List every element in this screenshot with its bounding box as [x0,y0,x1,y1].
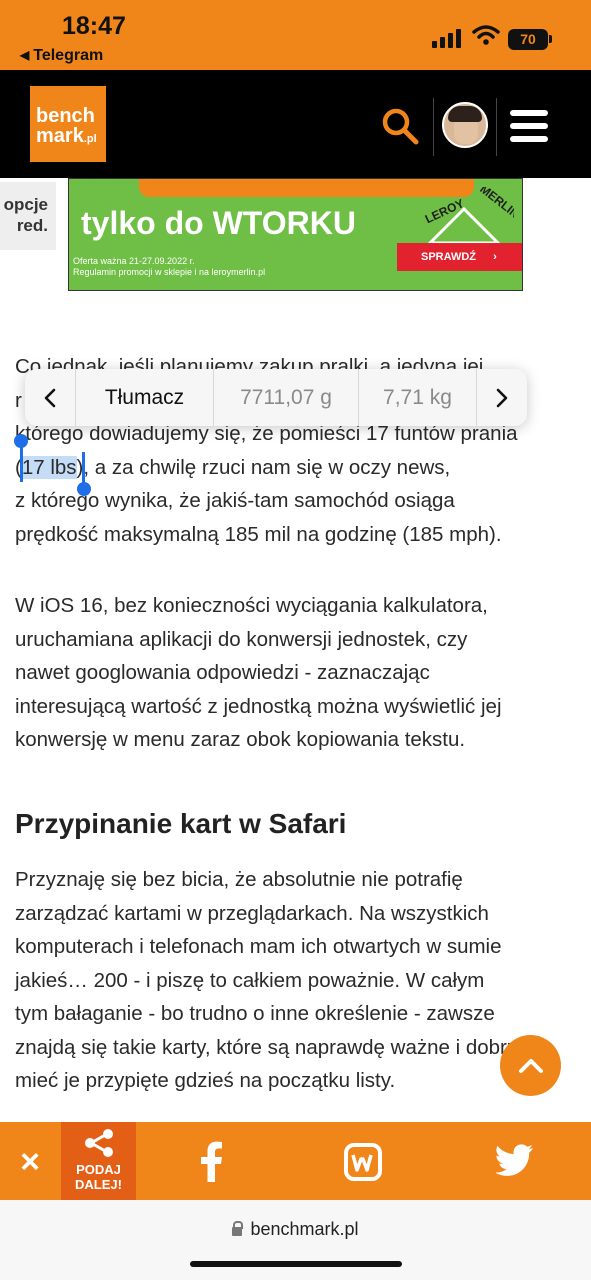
section-heading: Przypinanie kart w Safari [15,808,347,839]
browser-address-bar[interactable]: benchmark.pl [0,1200,591,1280]
search-icon[interactable] [380,106,420,146]
selection-end-handle[interactable] [77,482,91,496]
site-logo[interactable]: bench mark.pl [30,86,106,162]
article-paragraph-3: Przyznaję się bez bicia, że absolutnie n… [15,863,575,1098]
leroy-merlin-logo: LEROY MERLIN [423,187,514,245]
battery-indicator: 70 [508,29,548,50]
url-text: benchmark.pl [250,1219,359,1239]
ad-fine-print-2: Regulamin promocji w sklepie i na leroym… [73,267,266,277]
twitter-icon[interactable] [496,1144,534,1178]
convert-grams-menu-item[interactable]: 7711,07 g [213,369,358,426]
ad-headline: tylko do WTORKU [81,205,356,241]
ad-cta-label: SPRAWDŹ [421,251,476,263]
article-paragraph-2: W iOS 16, bez konieczności wyciągania ka… [15,589,575,757]
header-divider [496,98,497,156]
scroll-to-top-button[interactable] [500,1035,561,1096]
paragraph-line: znajdą się takie karty, które są naprawd… [15,1035,529,1059]
back-arrow-icon: ◀ [20,48,30,62]
paragraph-line: konwersję w menu zaraz obok kopiowania t… [15,728,466,751]
selection-start-bar [20,446,23,482]
ad-banner[interactable]: tylko do WTORKU Oferta ważna 21-27.09.20… [68,178,523,291]
paragraph-line: (17 lbs), a za chwilę rzuci nam się w oc… [15,451,575,485]
menu-next-button[interactable] [476,369,526,426]
status-bar: 18:47 ◀ Telegram 70 [0,0,591,70]
paragraph-line: komputerach i telefonach mam ich otwarty… [15,935,502,958]
chevron-left-icon [44,388,56,407]
chevron-up-icon [518,1058,543,1073]
paragraph-line: W iOS 16, bez konieczności wyciągania ka… [15,594,488,617]
translate-menu-item[interactable]: Tłumacz [75,369,213,426]
user-avatar[interactable] [442,102,488,148]
chevron-right-icon [496,388,507,407]
ad-fine-print: Oferta ważna 21-27.09.2022 r. Regulamin … [73,256,265,278]
back-to-app-link[interactable]: ◀ Telegram [20,47,103,65]
paragraph-line: zarządzać kartami w przeglądarkach. Na w… [15,901,489,925]
share-icon [85,1129,113,1157]
status-time: 18:47 [62,12,126,40]
paragraph-line: uruchamiana aplikacji do konwersji jedno… [15,627,468,651]
back-app-label: Telegram [33,47,104,64]
logo-line-2: mark [36,125,84,147]
home-indicator[interactable] [190,1261,402,1267]
battery-tip [549,35,552,43]
paragraph-line: tym bałaganie - bo trudno o inne określe… [15,1002,495,1025]
share-bar: × PODAJ DALEJ! [0,1122,591,1200]
wykop-icon[interactable] [344,1143,382,1181]
wifi-icon [472,25,500,45]
svg-text:MERLIN: MERLIN [477,187,514,221]
url-field[interactable]: benchmark.pl [0,1219,591,1240]
ad-cta-button[interactable]: SPRAWDŹ › [397,243,522,271]
avatar-hair [448,106,482,122]
logo-line-1: bench [36,105,95,127]
lock-icon [232,1221,244,1236]
text-selection-menu: Tłumacz 7711,07 g 7,71 kg [25,369,527,426]
share-label-2: DALEJ! [75,1177,122,1192]
side-tab-line-2: red. [16,216,48,235]
menu-prev-button[interactable] [25,369,75,426]
paragraph-line: mieć je przypięte gdzieś na początku lis… [15,1069,396,1092]
paragraph-line: Przyznaję się bez bicia, że absolutnie n… [15,868,463,891]
chevron-right-icon: › [493,251,497,263]
cellular-signal-icon [432,28,462,48]
line-rest: ), a za chwilę rzuci nam się w oczy news… [76,455,451,479]
side-tab-line-1: opcje [3,195,48,214]
paragraph-line: jakieś… 200 - i piszę to całkiem poważni… [15,968,485,992]
paragraph-line: nawet googlowania odpowiedzi - zaznaczaj… [15,661,430,684]
share-label-1: PODAJ [76,1162,121,1177]
share-button[interactable]: PODAJ DALEJ! [61,1122,136,1200]
paragraph-line: z którego wynika, że jakiś-tam samochód … [15,489,455,512]
close-icon[interactable]: × [12,1142,48,1182]
logo-tld: .pl [83,133,97,145]
paragraph-line: prędkość maksymalną 185 mil na godzinę (… [15,522,502,546]
hamburger-menu-icon[interactable] [510,110,548,142]
convert-kg-menu-item[interactable]: 7,71 kg [358,369,476,426]
side-tab-editor-options[interactable]: opcje red. [0,182,56,250]
site-header: bench mark.pl [0,70,591,178]
ad-fine-print-1: Oferta ważna 21-27.09.2022 r. [73,256,195,266]
selected-text[interactable]: 17 lbs [21,455,77,479]
header-divider [433,98,434,156]
paragraph-line: interesującą wartość z jednostką można w… [15,694,502,718]
facebook-icon[interactable] [196,1140,226,1182]
